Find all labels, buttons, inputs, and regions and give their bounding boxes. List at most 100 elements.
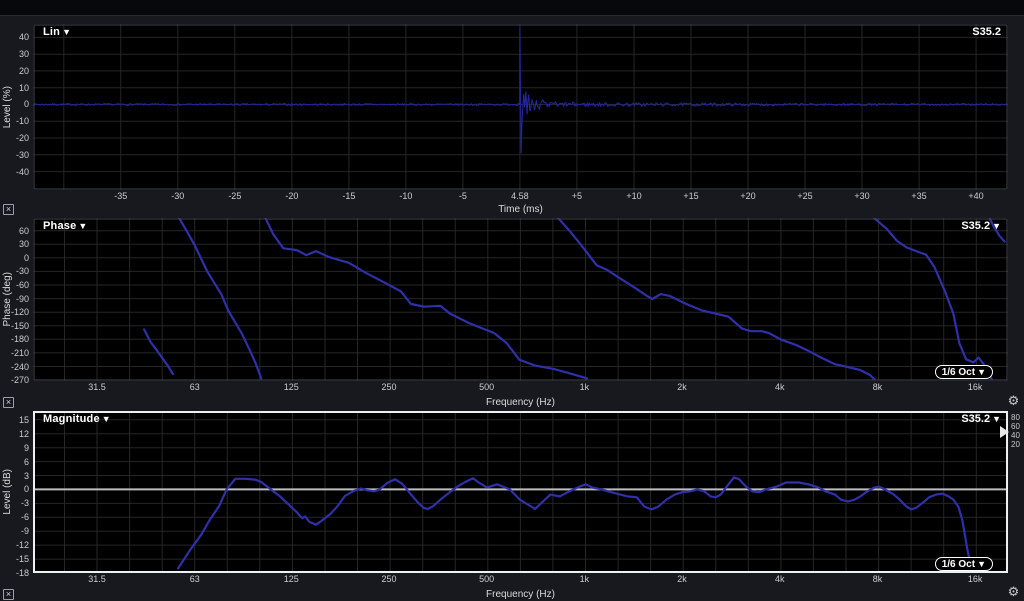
x-tick-label: 8k xyxy=(872,382,883,392)
y-tick-label: -30 xyxy=(15,266,29,277)
x-tick-label: +35 xyxy=(911,191,927,201)
x-tick-label: 250 xyxy=(381,382,397,392)
x-tick-label: 16k xyxy=(967,382,983,392)
x-tick-label: 250 xyxy=(381,574,397,584)
x-tick-label: 4k xyxy=(774,382,785,392)
chevron-down-icon: ▼ xyxy=(977,559,986,569)
x-tick-label: +5 xyxy=(571,191,583,201)
x-tick-label: -30 xyxy=(171,191,185,201)
x-tick-label: 2k xyxy=(677,382,687,392)
right-scale-label: 20 xyxy=(1011,440,1020,449)
x-tick-label: +25 xyxy=(797,191,813,201)
y-tick-label: -210 xyxy=(10,347,29,358)
y-tick-label: -15 xyxy=(15,554,29,565)
magnitude-x-axis-title: Frequency (Hz) xyxy=(486,589,555,600)
y-tick-label: 30 xyxy=(18,239,29,250)
phase-x-axis-title: Frequency (Hz) xyxy=(486,397,555,408)
x-tick-label: -10 xyxy=(399,191,413,201)
x-tick-label: -25 xyxy=(228,191,242,201)
right-scale-label: 80 xyxy=(1011,413,1020,422)
x-tick-label: 500 xyxy=(479,574,495,584)
close-icon[interactable]: × xyxy=(3,397,14,408)
magnitude-smoothing-dropdown[interactable]: 1/6 Oct ▼ xyxy=(934,557,993,571)
x-tick-label: +15 xyxy=(683,191,699,201)
y-tick-label: -20 xyxy=(15,133,29,144)
y-tick-label: 12 xyxy=(18,428,29,439)
right-scale-label: 60 xyxy=(1011,422,1020,431)
y-tick-label: -60 xyxy=(15,280,29,290)
x-tick-label: 16k xyxy=(967,574,983,584)
x-tick-label: -35 xyxy=(114,191,128,201)
close-icon[interactable]: × xyxy=(3,589,14,600)
y-tick-label: 6 xyxy=(23,456,29,467)
smaart-window: Lin ▼ S35.2 Level (%) 40 30 20 10 0 -10 -20 -30-… xyxy=(0,0,1024,601)
y-tick-label: -90 xyxy=(15,293,29,304)
x-tick-label: 4.58 xyxy=(511,191,529,201)
y-tick-label: 0 xyxy=(23,99,29,110)
x-tick-label: 8k xyxy=(872,574,883,584)
chevron-down-icon: ▼ xyxy=(977,367,986,377)
y-tick-label: 10 xyxy=(18,82,29,93)
x-tick-label: 63 xyxy=(189,382,200,392)
y-tick-label: -270 xyxy=(10,375,29,386)
phase-trace-dropdown[interactable]: S35.2 ▼ xyxy=(961,220,1001,232)
level-marker-triangle-icon[interactable] xyxy=(1000,426,1009,438)
chevron-down-icon: ▼ xyxy=(62,27,72,37)
x-tick-label: 125 xyxy=(283,382,299,392)
phase-view-dropdown[interactable]: Phase ▼ xyxy=(43,220,88,232)
x-tick-label: -5 xyxy=(458,191,467,201)
phase-smoothing-dropdown[interactable]: 1/6 Oct ▼ xyxy=(934,365,993,379)
x-tick-label: 4k xyxy=(774,574,785,584)
x-tick-label: 31.5 xyxy=(88,574,106,584)
y-tick-label: 20 xyxy=(18,65,29,76)
y-tick-label: 15 xyxy=(18,414,29,425)
magnitude-view-dropdown[interactable]: Magnitude ▼ xyxy=(43,413,111,425)
phase-plot-canvas[interactable]: Phase ▼ S35.2 ▼ 1/6 Oct ▼ xyxy=(33,218,1008,381)
chevron-down-icon: ▼ xyxy=(992,221,1001,231)
gear-icon[interactable]: ⚙ xyxy=(1006,394,1021,409)
y-tick-label: 0 xyxy=(23,252,29,263)
y-tick-label: 60 xyxy=(18,225,29,236)
ir-trace-label: S35.2 xyxy=(972,26,1001,38)
x-tick-label: +30 xyxy=(854,191,870,201)
x-tick-label: -15 xyxy=(342,191,356,201)
chevron-down-icon: ▼ xyxy=(78,221,88,231)
x-tick-label: 125 xyxy=(283,574,299,584)
x-tick-label: 63 xyxy=(189,574,200,584)
y-tick-label: -40 xyxy=(15,166,29,177)
y-tick-label: -10 xyxy=(15,116,29,127)
chevron-down-icon: ▼ xyxy=(101,414,111,424)
magnitude-trace-dropdown[interactable]: S35.2 ▼ xyxy=(961,413,1001,425)
y-tick-label: -240 xyxy=(10,361,29,372)
gear-icon[interactable]: ⚙ xyxy=(1006,585,1021,600)
top-menu-bar xyxy=(0,0,1024,16)
x-tick-label: 1k xyxy=(579,574,590,584)
magnitude-right-scale: 80 60 40 20 xyxy=(1011,413,1020,449)
magnitude-plot-canvas[interactable]: Magnitude ▼ S35.2 ▼ 1/6 Oct ▼ xyxy=(33,411,1008,573)
x-tick-label: +10 xyxy=(626,191,642,201)
y-tick-label: -3 xyxy=(20,498,29,509)
x-tick-label: +20 xyxy=(740,191,756,201)
x-tick-label: 2k xyxy=(677,574,687,584)
x-tick-label: +40 xyxy=(968,191,984,201)
y-tick-label: -150 xyxy=(10,320,29,331)
y-tick-label: -12 xyxy=(15,540,29,551)
x-tick-label: 500 xyxy=(479,382,495,392)
y-tick-label: -120 xyxy=(10,307,29,318)
ir-plot-svg xyxy=(33,24,1008,190)
y-tick-label: 9 xyxy=(23,442,29,453)
y-tick-label: 3 xyxy=(23,470,29,481)
ir-x-axis-title: Time (ms) xyxy=(498,204,543,215)
x-tick-label: -20 xyxy=(285,191,299,201)
ir-plot-canvas[interactable]: Lin ▼ S35.2 xyxy=(33,24,1008,190)
ir-view-dropdown[interactable]: Lin ▼ xyxy=(43,26,71,38)
magnitude-plot-svg xyxy=(33,411,1008,573)
right-scale-label: 40 xyxy=(1011,431,1020,440)
y-tick-label: 0 xyxy=(23,484,29,495)
y-tick-label: -6 xyxy=(20,512,29,523)
x-tick-label: 1k xyxy=(579,382,590,392)
close-icon[interactable]: × xyxy=(3,204,14,215)
y-tick-label: 40 xyxy=(18,32,29,43)
y-tick-label: -18 xyxy=(15,568,29,578)
y-tick-label: -9 xyxy=(20,526,29,537)
